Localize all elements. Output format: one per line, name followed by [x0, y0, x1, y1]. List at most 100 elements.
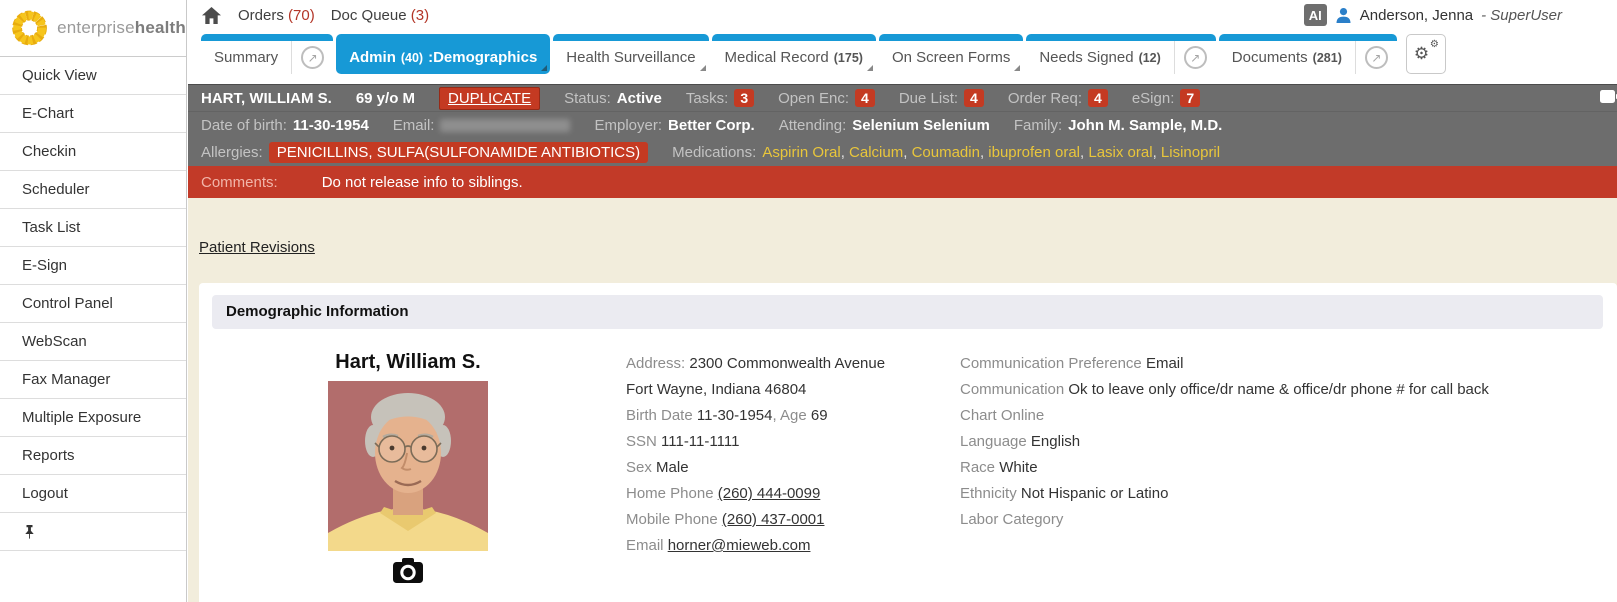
sidebar-item-quick-view[interactable]: Quick View [0, 57, 186, 95]
sidebar-item-fax-manager[interactable]: Fax Manager [0, 361, 186, 399]
sidebar: enterprisehealth Quick View E-Chart Chec… [0, 0, 187, 602]
tab-bar: Summary ↗ Admin(40):Demographics Health … [188, 30, 1617, 84]
sidebar-item-scheduler[interactable]: Scheduler [0, 171, 186, 209]
tab-needs-signed-count: (12) [1139, 51, 1161, 65]
patient-revisions-link[interactable]: Patient Revisions [199, 239, 315, 256]
panel-body: Hart, William S. [212, 329, 1617, 588]
tab-documents-label: Documents [1232, 49, 1308, 66]
family-value: John M. Sample, M.D. [1068, 117, 1222, 134]
tab-summary[interactable]: Summary ↗ [201, 34, 333, 74]
external-link-icon: ↗ [1184, 46, 1207, 69]
sidebar-item-logout[interactable]: Logout [0, 475, 186, 513]
attending-value: Selenium Selenium [852, 117, 990, 134]
open-enc-label: Open Enc: [778, 90, 849, 107]
attending-label: Attending: [779, 117, 847, 134]
tab-documents[interactable]: Documents (281) ↗ [1219, 34, 1397, 74]
top-bar: Orders (70) Doc Queue (3) AI Anderson, J… [188, 0, 1617, 30]
tab-needs-signed-label: Needs Signed [1039, 49, 1133, 66]
tasks-count-badge[interactable]: 3 [734, 89, 754, 107]
home-icon[interactable] [201, 6, 222, 25]
labor-category-label: Labor Category [960, 511, 1063, 528]
communication-preference-label: Communication Preference [960, 355, 1142, 372]
email-link[interactable]: horner@mieweb.com [668, 537, 811, 554]
medications-list: Aspirin Oral, Calcium, Coumadin, ibuprof… [762, 144, 1220, 161]
medication-link[interactable]: Lasix oral [1088, 144, 1152, 161]
tab-documents-popout[interactable]: ↗ [1355, 41, 1397, 74]
language-label: Language [960, 433, 1027, 450]
comments-label: Comments: [201, 174, 278, 191]
home-phone-link[interactable]: (260) 444-0099 [718, 485, 821, 502]
email-label: Email: [393, 117, 435, 134]
tab-health-surveillance[interactable]: Health Surveillance [553, 34, 708, 74]
communication-preference-row: Communication Preference Email [960, 351, 1617, 377]
sidebar-item-webscan[interactable]: WebScan [0, 323, 186, 361]
user-icon [1335, 7, 1352, 24]
tab-medical-record[interactable]: Medical Record (175) [712, 34, 876, 74]
tab-needs-signed[interactable]: Needs Signed (12) ↗ [1026, 34, 1215, 74]
patient-banner-row2: Date of birth: 11-30-1954 Email: Employe… [188, 112, 1617, 139]
tab-summary-popout[interactable]: ↗ [291, 41, 333, 74]
dob-value: 11-30-1954 [293, 117, 369, 134]
sidebar-item-checkin[interactable]: Checkin [0, 133, 186, 171]
video-camera-icon[interactable] [1600, 88, 1617, 109]
user-name[interactable]: Anderson, Jenna [1360, 7, 1473, 24]
doc-queue-count: (3) [411, 7, 429, 24]
order-req-count-badge[interactable]: 4 [1088, 89, 1108, 107]
esign-count-badge[interactable]: 7 [1180, 89, 1200, 107]
due-list-label: Due List: [899, 90, 958, 107]
ssn-label: SSN [626, 433, 657, 450]
employer-label: Employer: [594, 117, 662, 134]
tab-documents-count: (281) [1313, 51, 1342, 65]
doc-queue-label: Doc Queue [331, 7, 407, 24]
sidebar-item-multiple-exposure[interactable]: Multiple Exposure [0, 399, 186, 437]
ssn-value: 111-11-1111 [661, 433, 739, 450]
tab-admin-demographics[interactable]: Admin(40):Demographics [336, 34, 550, 74]
medication-link[interactable]: Coumadin [912, 144, 980, 161]
brand-name: enterprisehealth [57, 18, 186, 38]
tab-settings-button[interactable]: ⚙ ⚙ [1406, 34, 1446, 74]
communication-row: Communication Ok to leave only office/dr… [960, 377, 1617, 403]
home-phone-label: Home Phone [626, 485, 714, 502]
communication-value: Ok to leave only office/dr name & office… [1068, 381, 1489, 398]
sidebar-item-e-sign[interactable]: E-Sign [0, 247, 186, 285]
doc-queue-link[interactable]: Doc Queue (3) [331, 7, 429, 24]
status-value: Active [617, 90, 662, 107]
update-photo-button[interactable] [392, 558, 424, 588]
mobile-phone-link[interactable]: (260) 437-0001 [722, 511, 825, 528]
sidebar-item-control-panel[interactable]: Control Panel [0, 285, 186, 323]
tab-on-screen-forms-label: On Screen Forms [892, 49, 1010, 66]
sidebar-pin-toggle[interactable] [0, 513, 186, 551]
sidebar-item-task-list[interactable]: Task List [0, 209, 186, 247]
sidebar-item-reports[interactable]: Reports [0, 437, 186, 475]
user-role: - SuperUser [1481, 7, 1562, 24]
address-line2: Fort Wayne, Indiana 46804 [626, 377, 928, 403]
tab-admin-count: (40) [401, 51, 423, 65]
due-list-count-badge[interactable]: 4 [964, 89, 984, 107]
sidebar-item-e-chart[interactable]: E-Chart [0, 95, 186, 133]
tasks-label: Tasks: [686, 90, 729, 107]
dob-label: Date of birth: [201, 117, 287, 134]
address-label: Address: [626, 355, 685, 372]
orders-label: Orders [238, 7, 284, 24]
ethnicity-value: Not Hispanic or Latino [1021, 485, 1169, 502]
duplicate-badge[interactable]: DUPLICATE [439, 87, 540, 110]
medication-link[interactable]: Lisinopril [1161, 144, 1220, 161]
race-label: Race [960, 459, 995, 476]
email-row-label: Email [626, 537, 664, 554]
medication-link[interactable]: ibuprofen oral [988, 144, 1080, 161]
comments-text: Do not release info to siblings. [322, 174, 523, 191]
medication-link[interactable]: Aspirin Oral [762, 144, 840, 161]
employer-value: Better Corp. [668, 117, 755, 134]
mobile-phone-row: Mobile Phone (260) 437-0001 [626, 507, 928, 533]
chart-online-row: Chart Online [960, 403, 1617, 429]
tab-on-screen-forms[interactable]: On Screen Forms [879, 34, 1023, 74]
orders-link[interactable]: Orders (70) [238, 7, 315, 24]
status-label: Status: [564, 90, 611, 107]
tab-needs-signed-popout[interactable]: ↗ [1174, 41, 1216, 74]
open-enc-count-badge[interactable]: 4 [855, 89, 875, 107]
medication-link[interactable]: Calcium [849, 144, 903, 161]
ethnicity-label: Ethnicity [960, 485, 1017, 502]
allergies-badge[interactable]: PENICILLINS, SULFA(SULFONAMIDE ANTIBIOTI… [269, 142, 648, 163]
age-value: 69 [811, 407, 828, 424]
ai-badge[interactable]: AI [1304, 4, 1327, 26]
